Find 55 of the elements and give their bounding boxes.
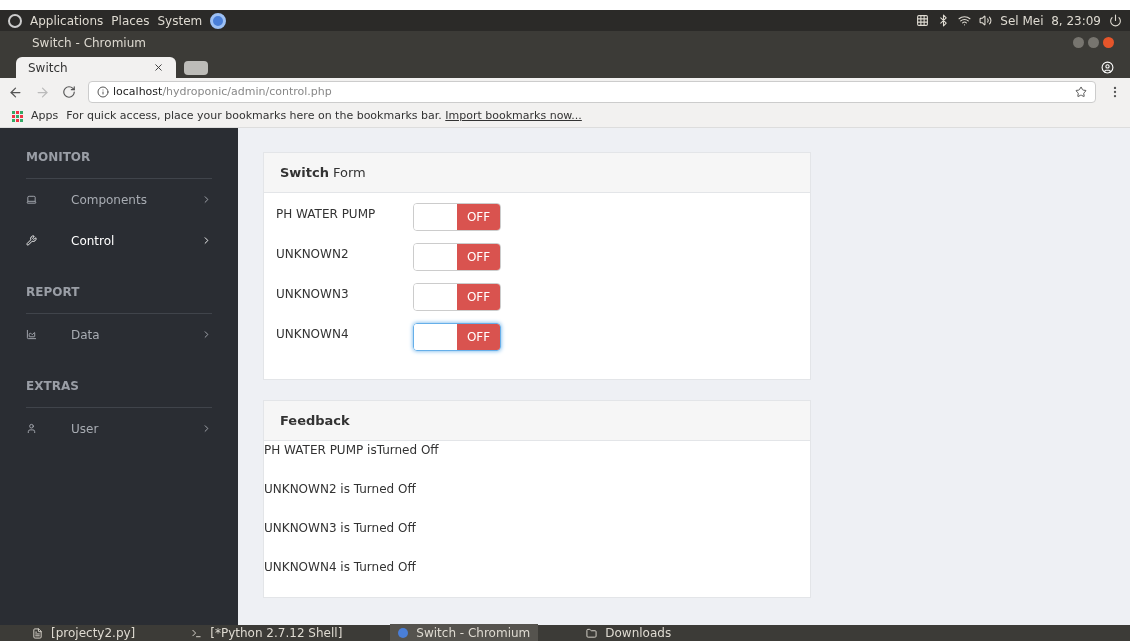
power-icon[interactable] [1109, 14, 1122, 27]
reload-icon[interactable] [62, 85, 76, 99]
bookmarks-hint: For quick access, place your bookmarks here on the bookmarks bar. Import bookmarks now... [66, 108, 582, 125]
maximize-icon[interactable] [1088, 37, 1099, 48]
panel-menu[interactable]: System [157, 11, 203, 30]
taskbar-item[interactable]: Switch - Chromium [390, 624, 539, 641]
wifi-icon[interactable] [958, 14, 972, 27]
close-icon[interactable] [153, 62, 164, 73]
toggle-switch[interactable]: OFF [413, 283, 501, 311]
sidebar-item-icon [26, 235, 37, 246]
card-title: Feedback [264, 401, 810, 441]
window-icon [32, 627, 43, 639]
toggle-switch[interactable]: OFF [413, 243, 501, 271]
taskbar-item[interactable]: Downloads [578, 624, 680, 641]
panel-menu[interactable]: Places [111, 11, 150, 30]
sidebar-item-icon [26, 423, 37, 434]
sidebar-item[interactable]: Components [26, 179, 212, 220]
sidebar-heading: EXTRAS [26, 377, 212, 408]
feedback-message: UNKNOWN2 is Turned Off [264, 481, 417, 498]
card-title: Switch Form [264, 153, 810, 193]
browser-tab[interactable]: Switch [16, 57, 176, 78]
feedback-message: UNKNOWN3 is Turned Off [264, 520, 417, 537]
sidebar-heading: REPORT [26, 283, 212, 314]
minimize-icon[interactable] [1073, 37, 1084, 48]
feedback-message: PH WATER PUMP isTurned Off [264, 442, 440, 459]
taskbar-item[interactable]: [*Python 2.7.12 Shell] [183, 624, 351, 641]
sidebar-heading: MONITOR [26, 148, 212, 179]
bookmark-star-icon[interactable] [1075, 86, 1087, 98]
toggle-switch[interactable]: OFF [413, 203, 501, 231]
address-field[interactable]: localhost/hydroponic/admin/control.php [88, 81, 1096, 103]
new-tab-button[interactable] [184, 61, 208, 75]
back-icon[interactable] [8, 84, 23, 100]
sidebar-item[interactable]: Control [26, 220, 212, 261]
apps-link[interactable]: Apps [31, 108, 59, 125]
window-icon [586, 627, 598, 639]
import-bookmarks-link[interactable]: Import bookmarks now... [445, 109, 582, 123]
toggle-switch[interactable]: OFF [413, 323, 501, 351]
clock-text[interactable]: Sel Mei 8, 23:09 [1000, 11, 1101, 30]
volume-icon[interactable] [979, 14, 993, 27]
apps-grid-icon[interactable] [12, 111, 23, 122]
switch-label: UNKNOWN2 [276, 246, 350, 263]
sidebar-item[interactable]: Data [26, 314, 212, 355]
switch-label: UNKNOWN3 [276, 286, 350, 303]
switch-label: PH WATER PUMP [276, 206, 377, 223]
switch-label: UNKNOWN4 [276, 326, 350, 343]
feedback-message: UNKNOWN4 is Turned Off [264, 559, 417, 576]
info-icon[interactable] [97, 86, 109, 98]
window-title: Switch - Chromium [31, 34, 146, 52]
panel-menu[interactable]: Applications [30, 11, 104, 30]
window-icon [191, 627, 203, 639]
sidebar-item[interactable]: User [26, 408, 212, 449]
sidebar-item-icon [26, 329, 37, 340]
profile-icon[interactable] [1101, 61, 1114, 74]
taskbar-item[interactable]: [projecty2.py] [24, 624, 144, 641]
sidebar-item-icon [26, 194, 37, 205]
